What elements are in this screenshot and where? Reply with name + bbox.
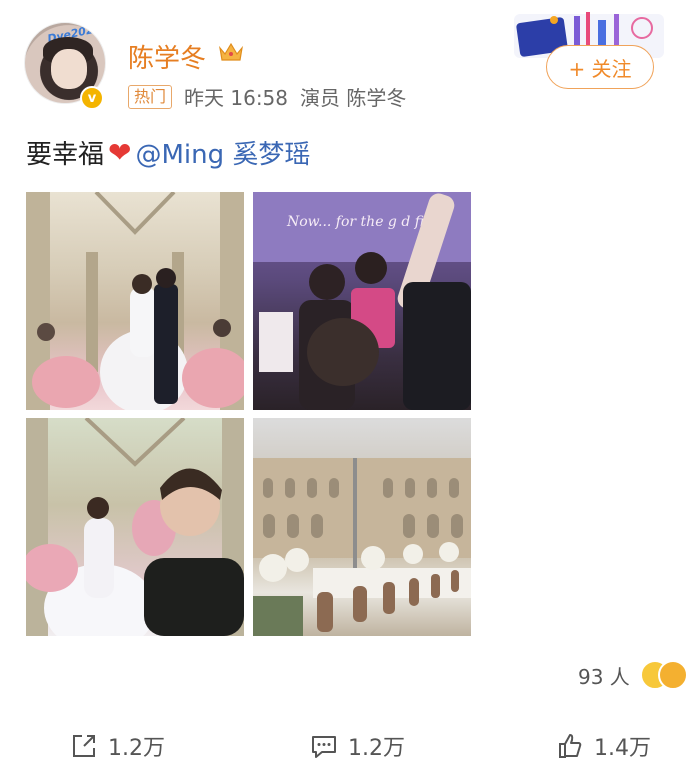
hot-tag[interactable]: 热门 xyxy=(128,84,173,109)
photo-1[interactable] xyxy=(26,192,244,410)
comment-count: 1.2万 xyxy=(348,736,405,761)
heart-icon: ❤ xyxy=(108,136,132,169)
follow-button[interactable]: + 关注 xyxy=(546,45,654,89)
photo-2-overlay-text: Now... for the g d fin xyxy=(286,214,433,230)
post-text-body: 要幸福 xyxy=(26,140,105,170)
photo-3[interactable] xyxy=(26,418,244,636)
verified-badge: v xyxy=(80,86,104,110)
like-count: 1.4万 xyxy=(594,736,651,761)
post-time: 昨天 16:58 xyxy=(184,86,289,110)
share-button[interactable]: 1.2万 xyxy=(70,730,165,762)
mention-link[interactable]: @Ming 奚梦瑶 xyxy=(135,134,310,171)
photo-4[interactable] xyxy=(253,418,471,636)
action-bar: 1.2万 1.2万 1.4万 xyxy=(0,730,690,766)
share-icon xyxy=(73,735,95,757)
like-icon xyxy=(559,734,582,758)
avatar-face xyxy=(51,49,87,89)
post-meta: 热门 昨天 16:58 演员 陈学冬 xyxy=(128,82,406,111)
share-count: 1.2万 xyxy=(108,736,165,761)
grin-emoji-icon xyxy=(657,660,688,690)
author-profession: 演员 陈学冬 xyxy=(300,86,407,110)
comment-icon xyxy=(312,736,336,758)
username[interactable]: 陈学冬 xyxy=(128,38,206,75)
reaction-summary[interactable]: 93 人 xyxy=(578,660,688,690)
crown-icon xyxy=(219,42,243,61)
comment-button[interactable]: 1.2万 xyxy=(310,730,405,762)
like-button[interactable]: 1.4万 xyxy=(556,730,651,762)
photo-2[interactable]: Now... for the g d fin xyxy=(253,192,471,410)
post-text: 要幸福 ❤ @Ming 奚梦瑶 xyxy=(26,134,310,171)
reaction-count: 93 人 xyxy=(578,664,630,689)
